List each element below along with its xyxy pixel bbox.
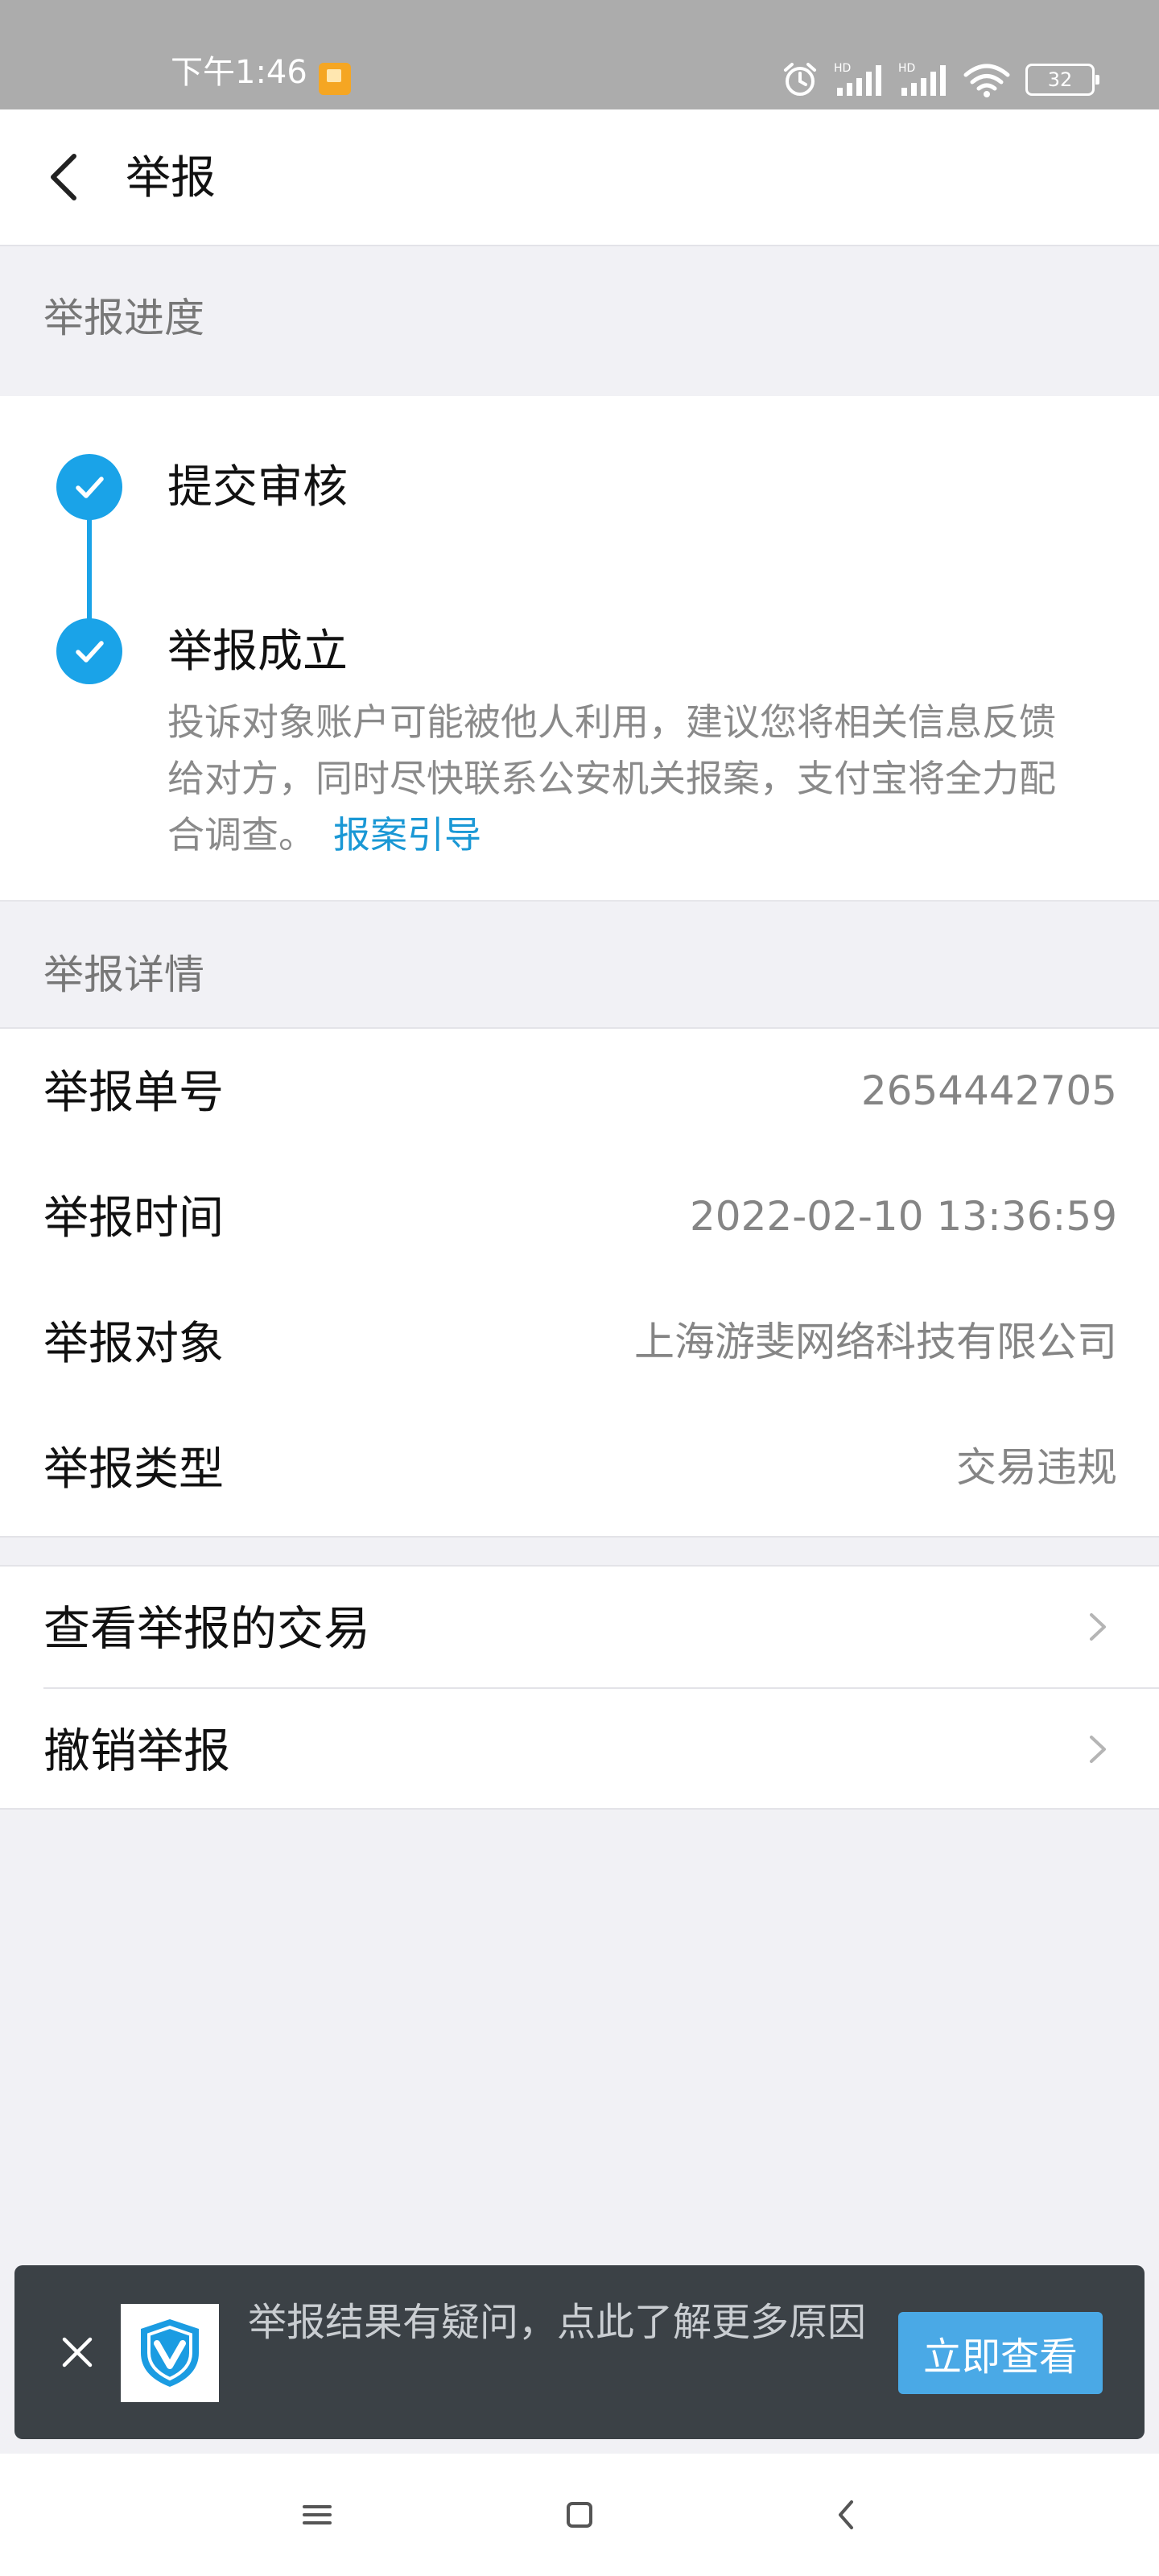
detail-value: 上海游斐网络科技有限公司: [634, 1319, 1117, 1365]
view-now-button[interactable]: 立即查看: [898, 2312, 1103, 2394]
chevron-left-icon: [51, 154, 76, 200]
detail-label: 举报单号: [43, 1067, 224, 1119]
notification-icon: [319, 63, 351, 95]
detail-label: 举报时间: [43, 1192, 224, 1245]
step-2-description-block: 投诉对象账户可能被他人利用，建议您将相关信息反馈给对方，同时尽快联系公安机关报案…: [167, 694, 1085, 863]
feedback-banner[interactable]: 举报结果有疑问，点此了解更多原因 立即查看: [14, 2265, 1145, 2439]
system-navigation-bar: [0, 2454, 1159, 2576]
detail-value: 交易违规: [956, 1444, 1117, 1491]
detail-label: 举报对象: [43, 1318, 224, 1370]
shield-icon: [141, 2319, 199, 2387]
back-triangle-icon[interactable]: [823, 2491, 871, 2539]
svg-text:HD: HD: [898, 62, 915, 75]
chevron-right-icon: [1090, 1736, 1106, 1763]
step-2-check-icon: [56, 618, 122, 684]
status-bar: 下午1:46 HD HD 32: [0, 0, 1159, 109]
battery-level: 32: [1047, 68, 1073, 91]
status-time: 下午1:46: [171, 54, 307, 91]
report-guide-link[interactable]: 报案引导: [333, 813, 481, 857]
actions-card: 查看举报的交易 撤销举报: [0, 1565, 1159, 1810]
details-section-title: 举报详情: [43, 952, 204, 998]
detail-row-report-time: 举报时间 2022-02-10 13:36:59: [0, 1154, 1159, 1280]
shield-logo: [121, 2304, 219, 2402]
detail-value: 2022-02-10 13:36:59: [689, 1193, 1117, 1240]
svg-text:HD: HD: [834, 62, 851, 75]
step-2-title: 举报成立: [167, 625, 348, 678]
revoke-report-row[interactable]: 撤销举报: [0, 1689, 1159, 1811]
detail-label: 举报类型: [43, 1443, 224, 1496]
action-label: 查看举报的交易: [43, 1601, 371, 1656]
banner-text: 举报结果有疑问，点此了解更多原因: [248, 2300, 867, 2345]
signal-hd-icon: HD: [834, 62, 881, 96]
details-section-header: 举报详情: [0, 902, 1159, 1027]
action-label: 撤销举报: [43, 1724, 231, 1778]
step-1-check-icon: [56, 454, 122, 520]
battery-icon: 32: [1025, 64, 1099, 96]
alarm-icon: [784, 63, 816, 96]
top-app-bar: 举报: [0, 109, 1159, 246]
view-reported-transaction-row[interactable]: 查看举报的交易: [0, 1567, 1159, 1689]
detail-value: 2654442705: [860, 1067, 1117, 1114]
chevron-right-icon: [1090, 1613, 1106, 1641]
back-button[interactable]: [35, 145, 100, 209]
progress-section-title: 举报进度: [43, 295, 204, 341]
details-card: 举报单号 2654442705 举报时间 2022-02-10 13:36:59…: [0, 1027, 1159, 1538]
page-title: 举报: [126, 152, 216, 204]
step-1-title: 提交审核: [167, 461, 348, 514]
report-page: 下午1:46 HD HD 32 举报 举报进度 提交审核 举报成立 投诉对象账户…: [0, 0, 1159, 2576]
home-square-icon[interactable]: [555, 2491, 604, 2539]
menu-icon[interactable]: [293, 2491, 341, 2539]
step-2-description: 投诉对象账户可能被他人利用，建议您将相关信息反馈给对方，同时尽快联系公安机关报案…: [167, 700, 1056, 857]
detail-row-report-target: 举报对象 上海游斐网络科技有限公司: [0, 1280, 1159, 1406]
detail-row-report-number: 举报单号 2654442705: [0, 1029, 1159, 1154]
progress-card: 提交审核 举报成立 投诉对象账户可能被他人利用，建议您将相关信息反馈给对方，同时…: [0, 396, 1159, 902]
wifi-icon: [963, 64, 1010, 97]
progress-section-header: 举报进度: [0, 246, 1159, 396]
status-icons: HD HD 32: [781, 60, 1099, 100]
detail-row-report-type: 举报类型 交易违规: [0, 1406, 1159, 1531]
close-icon[interactable]: [55, 2330, 100, 2375]
signal-hd-icon-2: HD: [898, 62, 946, 96]
